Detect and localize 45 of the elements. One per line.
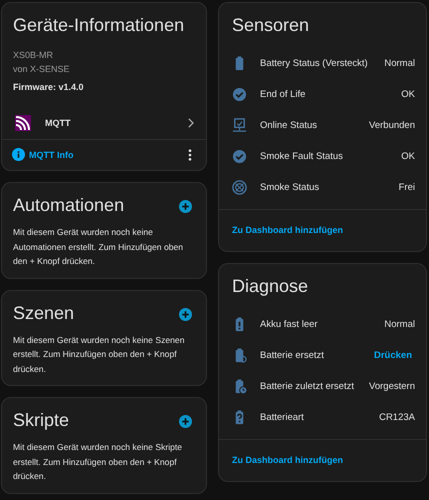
model-text: XS0B-MR bbox=[13, 49, 54, 62]
add-to-dashboard-link[interactable]: Zu Dashboard hinzufügen bbox=[232, 455, 343, 465]
empty-state-text: Mit diesem Gerät wurden noch keine Skripte erstellt. Zum Hinzufügen oben den + Knopf drücken. bbox=[13, 441, 184, 483]
card-title: Skripte bbox=[13, 410, 70, 431]
entity-name[interactable]: End of Life bbox=[260, 89, 402, 100]
firmware-text: Firmware: v1.4.0 bbox=[13, 82, 85, 92]
entity-state: OK bbox=[401, 89, 415, 100]
entity-state: Verbunden bbox=[369, 120, 415, 131]
card-title: Geräte-Informationen bbox=[13, 15, 186, 36]
add-button-icon[interactable] bbox=[179, 308, 192, 320]
entity-name[interactable]: Battery Status (Versteckt) bbox=[260, 58, 384, 69]
empty-state-text: Mit diesem Gerät wurden noch keine Szenen erstellt. Zum Hinzufügen oben den + Knopf drücken. bbox=[13, 334, 186, 376]
mqtt-info-link[interactable]: MQTT Info bbox=[12, 148, 74, 161]
add-button-icon[interactable] bbox=[179, 200, 192, 213]
press-button[interactable]: Drücken bbox=[374, 350, 415, 361]
monitor-icon bbox=[232, 118, 247, 133]
entity-state: Vorgestern bbox=[369, 381, 415, 392]
check-circle-icon bbox=[232, 149, 247, 164]
info-icon bbox=[12, 148, 25, 161]
entity-name[interactable]: Batterieart bbox=[260, 412, 380, 423]
card-title: Diagnose bbox=[232, 276, 310, 297]
entity-state: Normal bbox=[384, 319, 415, 330]
more-menu-icon[interactable] bbox=[188, 148, 192, 160]
add-button-icon[interactable] bbox=[179, 415, 192, 428]
entity-name[interactable]: Online Status bbox=[260, 120, 370, 131]
entity-name[interactable]: Smoke Status bbox=[260, 182, 399, 193]
smoke-detector-icon bbox=[232, 180, 247, 195]
entity-state: OK bbox=[401, 151, 415, 162]
integration-row[interactable]: MQTT bbox=[2, 109, 206, 140]
card-title: Automationen bbox=[13, 195, 124, 216]
entity-name[interactable]: Smoke Fault Status bbox=[260, 151, 402, 162]
card-title: Szenen bbox=[13, 302, 74, 324]
empty-state-text: Mit diesem Gerät wurden noch keine Automationen erstellt. Zum Hinzufügen oben den + Knopf drücken. bbox=[13, 226, 184, 268]
check-circle-icon bbox=[232, 87, 247, 102]
entity-name[interactable]: Batterie ersetzt bbox=[260, 350, 374, 361]
entity-state: Normal bbox=[384, 58, 415, 69]
manufacturer-text: von X-SENSE bbox=[13, 63, 71, 76]
entity-name[interactable]: Akku fast leer bbox=[260, 319, 384, 330]
add-to-dashboard-link[interactable]: Zu Dashboard hinzufügen bbox=[232, 225, 343, 235]
entity-name[interactable]: Batterie zuletzt ersetzt bbox=[260, 381, 370, 392]
chevron-right-icon bbox=[187, 118, 194, 128]
card-title: Sensoren bbox=[232, 15, 310, 36]
entity-state: CR123A bbox=[379, 412, 415, 423]
mqtt-logo-icon bbox=[15, 115, 31, 131]
entity-state: Frei bbox=[398, 182, 415, 193]
